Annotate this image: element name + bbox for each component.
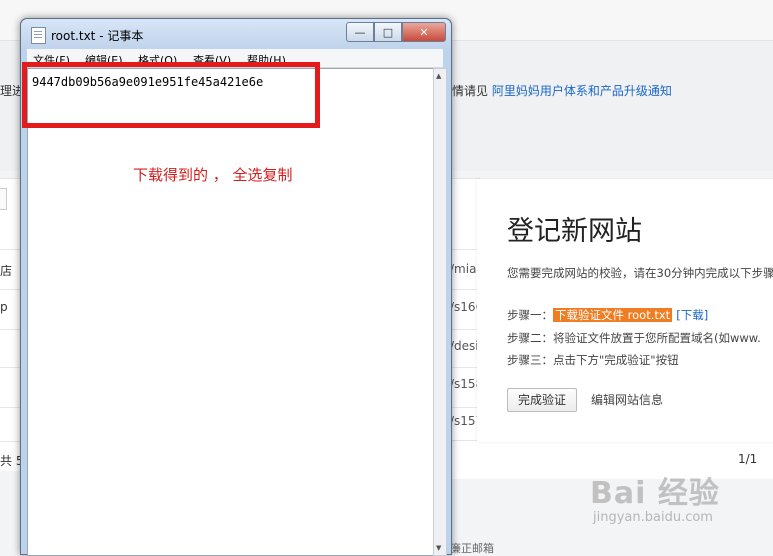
notepad-title: root.txt - 记事本 (51, 29, 144, 43)
scroll-up-arrow-icon[interactable]: ▲ (436, 72, 441, 80)
annotation-text: 下载得到的 ， 全选复制 (133, 166, 293, 184)
scroll-down-arrow-icon[interactable]: ▼ (436, 544, 441, 552)
notepad-icon (31, 27, 46, 44)
watermark-url: jingyan.baidu.com (593, 510, 713, 525)
step-three: 步骤三：点击下方"完成验证"按钮 (507, 353, 679, 367)
baidu-jingyan-watermark: Bai 经验 jingyan.baidu.com (590, 468, 720, 525)
register-site-panel: 登记新网站 您需要完成网站的校验，请在30分钟内完成以下步骤 步骤一： 下载验证文… (477, 179, 773, 442)
close-button[interactable]: ✕ (402, 22, 446, 42)
table-cell: 店 (0, 264, 13, 278)
notice-text: 情请见 阿里妈妈用户体系和产品升级通知 (452, 82, 672, 99)
annotation-highlight-box (22, 62, 320, 128)
download-link[interactable]: [下载] (676, 308, 708, 322)
notice-link[interactable]: 阿里妈妈用户体系和产品升级通知 (492, 84, 672, 98)
step-one: 步骤一： 下载验证文件 root.txt [下载] (507, 307, 708, 323)
step-two: 步骤二：将验证文件放置于您所配置域名(如www. (507, 331, 761, 345)
vertical-scrollbar[interactable]: ▲ ▼ (433, 68, 447, 556)
page-indicator: 1/1 (738, 452, 758, 466)
watermark-logo-text: Bai 经验 (590, 476, 720, 511)
notice-prefix: 情请见 (452, 84, 489, 98)
panel-description: 您需要完成网站的校验，请在30分钟内完成以下步骤 (507, 266, 773, 280)
window-controls: — □ ✕ (346, 22, 446, 42)
table-path-cell: /desi (450, 339, 479, 353)
maximize-button[interactable]: □ (374, 22, 402, 42)
download-file-label: 下载验证文件 root.txt (553, 308, 673, 322)
minimize-button[interactable]: — (346, 22, 374, 42)
table-cell: p (0, 300, 8, 314)
step-one-prefix: 步骤一： (507, 308, 553, 322)
table-toolbar-button-fragment[interactable] (0, 188, 7, 210)
notepad-titlebar[interactable]: root.txt - 记事本 — □ ✕ (21, 19, 451, 49)
complete-verification-button[interactable]: 完成验证 (507, 388, 577, 412)
edit-site-info-link[interactable]: 编辑网站信息 (591, 391, 663, 408)
panel-title: 登记新网站 (507, 216, 642, 247)
notepad-text-area[interactable]: 9447db09b56a9e091e951fe45a421e6e (27, 68, 434, 556)
footer-link[interactable]: 廉正邮箱 (450, 540, 494, 556)
watermark-logo: Bai 经验 (590, 468, 720, 512)
